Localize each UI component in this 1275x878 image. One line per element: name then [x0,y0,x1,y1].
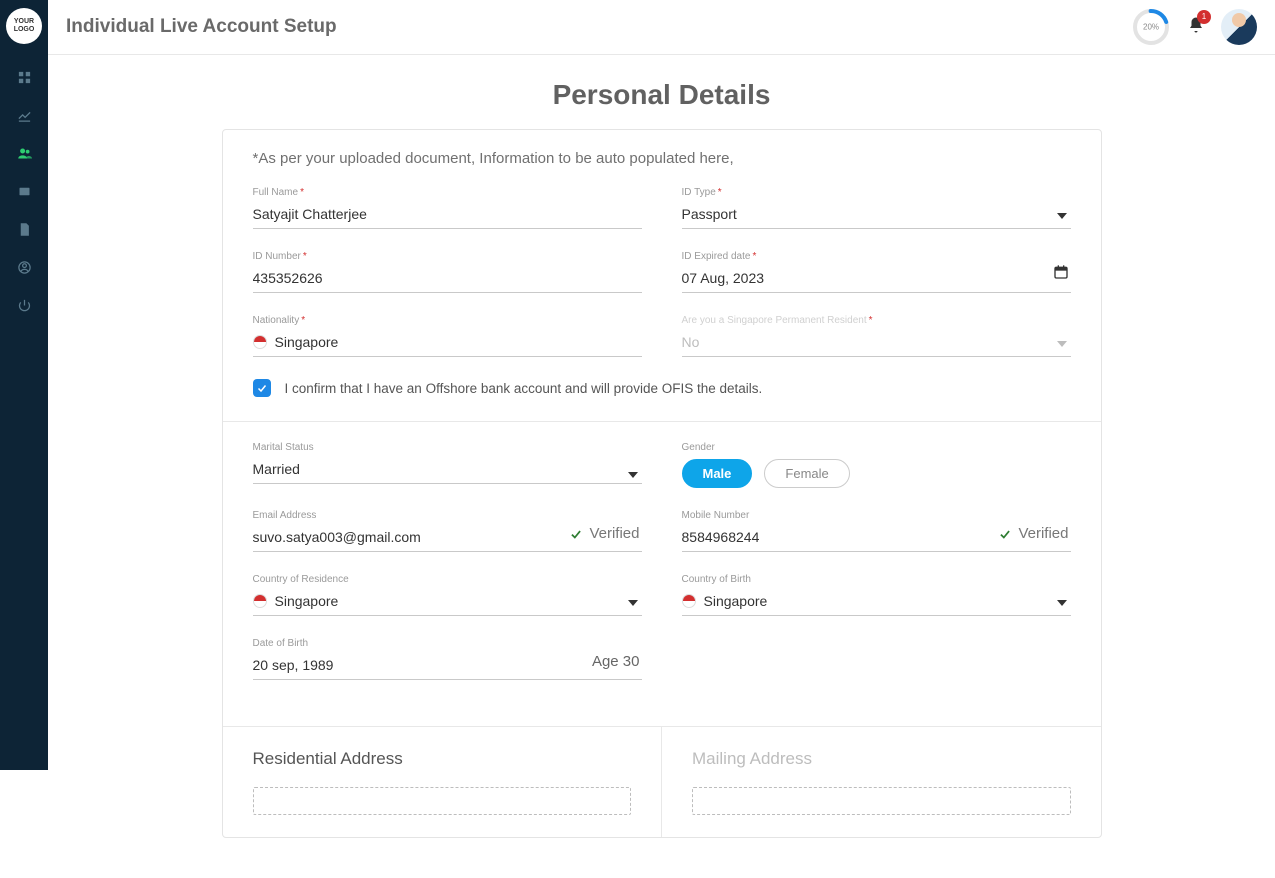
logo: YOUR LOGO [6,8,42,44]
nav-dashboard-icon[interactable] [0,58,48,96]
mailing-address-dropzone[interactable] [692,787,1071,815]
flag-icon [253,594,267,608]
progress-ring: 20% [1131,7,1171,47]
sg-pr-select[interactable]: No [682,330,1071,357]
gender-male-button[interactable]: Male [682,459,753,488]
email-verified-badge: Verified [569,525,639,542]
offshore-checkbox[interactable] [253,379,271,397]
country-res-label: Country of Residence [253,574,642,585]
nav-chart-icon[interactable] [0,96,48,134]
gender-label: Gender [682,442,1071,453]
progress-text: 20% [1143,23,1159,32]
nationality-label: Nationality* [253,315,642,326]
full-name-input[interactable] [253,202,642,229]
marital-select[interactable]: Married [253,457,642,484]
nationality-select[interactable]: Singapore [253,330,642,357]
notification-bell-icon[interactable]: 1 [1187,16,1205,39]
country-birth-label: Country of Birth [682,574,1071,585]
residential-address-title: Residential Address [253,749,632,769]
mailing-address-title: Mailing Address [692,749,1071,769]
sidebar: YOUR LOGO [0,0,48,770]
age-display: Age 30 [592,653,640,670]
dob-input[interactable] [253,653,642,680]
page-header-title: Individual Live Account Setup [66,16,337,38]
residential-address-dropzone[interactable] [253,787,632,815]
nav-power-icon[interactable] [0,286,48,324]
country-res-select[interactable]: Singapore [253,589,642,616]
sg-pr-label: Are you a Singapore Permanent Resident* [682,315,1071,326]
id-type-select[interactable]: Passport [682,202,1071,229]
user-avatar[interactable] [1221,9,1257,45]
id-number-input[interactable] [253,266,642,293]
id-expired-input[interactable] [682,266,1071,293]
gender-female-button[interactable]: Female [764,459,849,488]
dob-label: Date of Birth [253,638,642,649]
id-expired-label: ID Expired date* [682,251,1071,262]
page-title: Personal Details [48,79,1275,111]
form-card: *As per your uploaded document, Informat… [222,129,1102,838]
country-birth-select[interactable]: Singapore [682,589,1071,616]
nav-folder-icon[interactable] [0,172,48,210]
email-label: Email Address [253,510,642,521]
mobile-label: Mobile Number [682,510,1071,521]
id-number-label: ID Number* [253,251,642,262]
flag-icon [253,335,267,349]
mobile-verified-badge: Verified [998,525,1068,542]
auto-populate-note: *As per your uploaded document, Informat… [253,150,1071,167]
nav-document-icon[interactable] [0,210,48,248]
nav-users-icon[interactable] [0,134,48,172]
flag-icon [682,594,696,608]
full-name-label: Full Name* [253,187,642,198]
nav-profile-icon[interactable] [0,248,48,286]
notification-badge: 1 [1197,10,1211,24]
marital-label: Marital Status [253,442,642,453]
id-type-label: ID Type* [682,187,1071,198]
header: Individual Live Account Setup 20% 1 [48,0,1275,55]
offshore-label: I confirm that I have an Offshore bank a… [285,381,763,396]
